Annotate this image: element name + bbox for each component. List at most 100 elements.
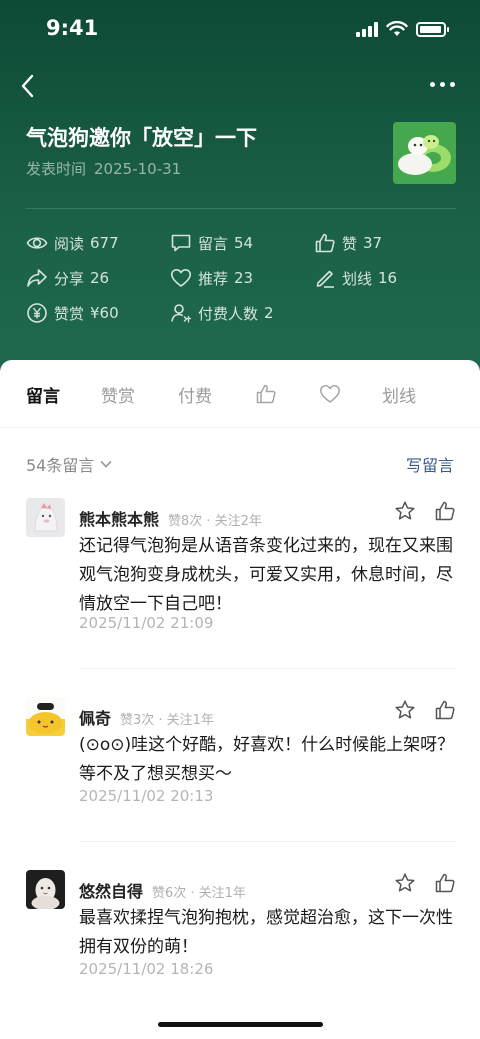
stat-highlights[interactable]: 划线 16	[314, 267, 397, 289]
stat-value: 54	[234, 234, 254, 252]
comment-text: 还记得气泡狗是从语音条变化过来的，现在又来围观气泡狗变身成枕头，可爱又实用，休息…	[79, 536, 453, 614]
stat-label: 分享	[54, 269, 85, 288]
tab-highlights[interactable]: 划线	[382, 382, 416, 407]
comment-count-label: 54条留言	[26, 456, 95, 475]
like-button[interactable]	[434, 699, 456, 721]
article-header: 9:41 气泡狗邀你「放空」一下 发表时间 2025-10-31 阅读 677 …	[0, 0, 480, 380]
stat-value: 16	[378, 269, 398, 287]
comment-time: 2025/11/02 20:13	[79, 787, 214, 805]
publish-date-label: 发表时间	[26, 160, 87, 178]
comment-header: 佩奇 赞3次 · 关注1年	[79, 705, 214, 729]
chevron-down-icon	[100, 460, 112, 468]
signal-icon	[356, 21, 378, 37]
stat-value: 37	[363, 234, 383, 252]
tab-recommends[interactable]	[319, 383, 341, 410]
stat-label: 推荐	[198, 269, 229, 288]
thumbs-up-icon	[256, 384, 276, 404]
eye-icon	[26, 237, 48, 249]
header-divider	[26, 208, 456, 209]
avatar[interactable]	[26, 498, 65, 537]
stat-shares[interactable]: 分享 26	[26, 267, 109, 289]
publish-date-row: 发表时间 2025-10-31	[26, 158, 181, 179]
share-icon	[27, 269, 47, 287]
tab-tips[interactable]: 赞赏	[101, 382, 135, 407]
avatar[interactable]	[26, 697, 65, 736]
publish-date: 2025-10-31	[94, 160, 182, 178]
article-title: 气泡狗邀你「放空」一下	[26, 126, 257, 150]
more-dot	[450, 81, 455, 87]
write-comment-button[interactable]: 写留言	[406, 452, 454, 476]
comment-divider	[79, 841, 455, 842]
like-button[interactable]	[434, 500, 456, 522]
stat-value: 2	[264, 304, 274, 322]
star-icon	[395, 501, 415, 520]
thumbs-up-icon	[435, 700, 455, 720]
commenter-name[interactable]: 佩奇	[79, 705, 111, 729]
comment-text: 最喜欢揉捏气泡狗抱枕，感觉超治愈，这下一次性拥有双份的萌！	[79, 908, 453, 957]
status-time: 9:41	[46, 16, 99, 40]
comment-header: 熊本熊本熊 赞8次 · 关注2年	[79, 506, 262, 530]
comment-actions	[394, 500, 456, 522]
stat-label: 赞	[342, 234, 358, 253]
paid-user-icon	[171, 304, 191, 323]
pen-icon	[316, 270, 334, 288]
comment-text: (⊙o⊙)哇这个好酷，好喜欢！什么时候能上架呀？等不及了想买想买～	[79, 735, 455, 784]
tab-bar: 留言 赞赏 付费 划线	[0, 360, 480, 428]
more-button[interactable]	[430, 76, 458, 92]
stat-label: 划线	[342, 269, 373, 288]
stat-label: 阅读	[54, 234, 85, 253]
stat-value: 26	[90, 269, 110, 287]
stat-label: 赞赏	[54, 304, 85, 323]
star-button[interactable]	[394, 500, 416, 522]
stat-value: 23	[234, 269, 254, 287]
stat-value: ¥60	[90, 304, 119, 322]
home-indicator[interactable]	[158, 1022, 323, 1027]
comment-actions	[394, 699, 456, 721]
star-icon	[395, 873, 415, 892]
yen-icon	[27, 303, 47, 323]
stat-tips[interactable]: 赞赏 ¥60	[26, 302, 119, 324]
stat-comments[interactable]: 留言 54	[170, 232, 253, 254]
article-thumbnail[interactable]	[393, 122, 456, 184]
commenter-name[interactable]: 悠然自得	[79, 878, 143, 902]
thumbs-up-icon	[435, 501, 455, 521]
avatar[interactable]	[26, 870, 65, 909]
stat-recommends[interactable]: 推荐 23	[170, 267, 253, 289]
comment-divider	[79, 668, 455, 669]
status-icons	[356, 19, 449, 39]
comment-time: 2025/11/02 21:09	[79, 614, 214, 632]
commenter-meta: 赞8次 · 关注2年	[168, 514, 262, 529]
star-button[interactable]	[394, 872, 416, 894]
chevron-left-icon	[21, 74, 34, 98]
comment-time: 2025/11/02 18:26	[79, 960, 214, 978]
comments-panel: 留言 赞赏 付费 划线 54条留言 写留言 熊本熊本熊 赞8次 · 关注2年 还…	[0, 360, 480, 1039]
stat-label: 付费人数	[198, 304, 259, 323]
comment-icon	[171, 234, 191, 252]
thumbs-up-icon	[435, 873, 455, 893]
battery-icon	[416, 21, 449, 37]
tab-likes[interactable]	[255, 383, 277, 410]
thumbs-up-icon	[315, 233, 335, 253]
tab-comments[interactable]: 留言	[26, 382, 60, 407]
like-button[interactable]	[434, 872, 456, 894]
stat-paid-users[interactable]: 付费人数 2	[170, 302, 274, 324]
stat-reads[interactable]: 阅读 677	[26, 232, 119, 254]
star-button[interactable]	[394, 699, 416, 721]
heart-icon	[171, 269, 191, 287]
more-dot	[440, 81, 445, 87]
heart-icon	[320, 385, 340, 403]
status-bar: 9:41	[0, 0, 480, 60]
commenter-meta: 赞3次 · 关注1年	[120, 713, 214, 728]
commenter-meta: 赞6次 · 关注1年	[152, 886, 246, 901]
stat-likes[interactable]: 赞 37	[314, 232, 382, 254]
star-icon	[395, 700, 415, 719]
commenter-name[interactable]: 熊本熊本熊	[79, 506, 159, 530]
back-button[interactable]	[18, 72, 44, 100]
comment-filter-dropdown[interactable]: 54条留言	[26, 452, 113, 476]
stat-value: 677	[90, 234, 119, 252]
tab-paid[interactable]: 付费	[178, 382, 212, 407]
stat-label: 留言	[198, 234, 229, 253]
bubble-dog-pillow-image	[393, 122, 456, 184]
comment-actions	[394, 872, 456, 894]
comment-header: 悠然自得 赞6次 · 关注1年	[79, 878, 246, 902]
